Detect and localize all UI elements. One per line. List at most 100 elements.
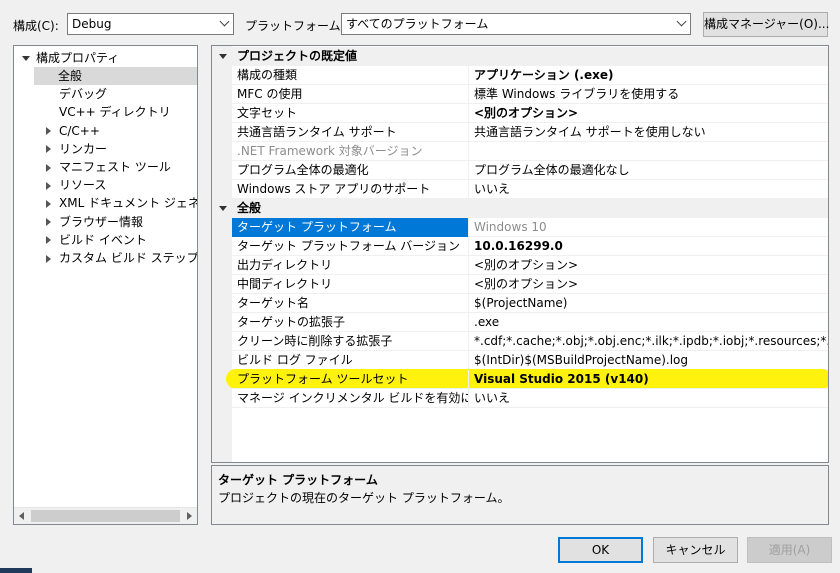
property-tree[interactable]: 構成プロパティ 全般デバッグ VC++ ディレクトリ C/C++ リンカーマニフェスト…	[13, 45, 198, 525]
config-manager-button[interactable]: 構成マネージャー(O)...	[703, 12, 829, 37]
expand-arrow-icon[interactable]	[46, 218, 51, 227]
property-value[interactable]: 10.0.16299.0	[470, 237, 828, 256]
tree-item[interactable]: デバッグ	[46, 85, 107, 103]
collapse-arrow-icon[interactable]	[219, 54, 227, 59]
property-value[interactable]: Visual Studio 2015 (v140)	[470, 370, 828, 389]
tree-root-configuration-properties[interactable]: 構成プロパティ	[22, 49, 119, 67]
property-name[interactable]: ターゲット プラットフォーム バージョン	[232, 237, 469, 256]
property-row[interactable]: .NET Framework 対象バージョン	[232, 142, 828, 161]
property-value[interactable]: Windows 10	[470, 218, 828, 237]
property-row[interactable]: ターゲット名 $(ProjectName)	[232, 294, 828, 313]
property-row[interactable]: プログラム全体の最適化 プログラム全体の最適化なし	[232, 161, 828, 180]
property-value[interactable]: プログラム全体の最適化なし	[470, 161, 828, 180]
expanded-arrow-icon	[22, 56, 30, 61]
ok-button[interactable]: OK	[558, 537, 643, 563]
tree-item[interactable]: C/C++	[46, 122, 100, 140]
config-label: 構成(C):	[13, 19, 59, 33]
tree-item-label: ビルド イベント	[59, 232, 147, 247]
tree-horizontal-scrollbar[interactable]	[14, 507, 197, 524]
property-row[interactable]: 中間ディレクトリ <別のオプション>	[232, 275, 828, 294]
expand-arrow-icon[interactable]	[46, 127, 51, 136]
property-name[interactable]: Windows ストア アプリのサポート	[232, 180, 469, 199]
property-row[interactable]: ターゲットの拡張子 .exe	[232, 313, 828, 332]
config-select[interactable]: Debug	[67, 13, 234, 35]
tree-item-label: カスタム ビルド ステップ	[59, 251, 198, 265]
tree-item-label: C/C++	[59, 123, 100, 138]
expand-arrow-icon[interactable]	[46, 236, 51, 245]
property-value[interactable]: いいえ	[470, 180, 828, 199]
category-general[interactable]: 全般	[212, 199, 828, 218]
property-name[interactable]: 構成の種類	[232, 66, 469, 85]
tree-item-label: マニフェスト ツール	[59, 160, 171, 174]
tree-item[interactable]: マニフェスト ツール	[46, 158, 171, 176]
tree-item[interactable]: ビルド イベント	[46, 231, 147, 249]
property-name[interactable]: ターゲット プラットフォーム	[232, 218, 469, 237]
grid-gutter	[212, 46, 232, 462]
expand-arrow-icon[interactable]	[46, 145, 51, 154]
property-grid[interactable]: プロジェクトの既定値 構成の種類 アプリケーション (.exe) MFC の使用 標準 …	[211, 45, 829, 463]
property-row[interactable]: MFC の使用 標準 Windows ライブラリを使用する	[232, 85, 828, 104]
property-name[interactable]: 共通言語ランタイム サポート	[232, 123, 469, 142]
category-project-defaults[interactable]: プロジェクトの既定値	[212, 47, 828, 66]
property-row[interactable]: マネージ インクリメンタル ビルドを有効にするいいえ	[232, 389, 828, 408]
property-name[interactable]: 文字セット	[232, 104, 469, 123]
property-row[interactable]: ビルド ログ ファイル $(IntDir)$(MSBuildProjectName…	[232, 351, 828, 370]
property-name[interactable]: プラットフォーム ツールセット	[232, 370, 469, 389]
expand-arrow-icon[interactable]	[46, 199, 51, 208]
property-row[interactable]: プラットフォーム ツールセット Visual Studio 2015 (v140)	[232, 370, 828, 389]
expand-arrow-icon[interactable]	[46, 163, 51, 172]
property-name[interactable]: クリーン時に削除する拡張子	[232, 332, 469, 351]
description-text: プロジェクトの現在のターゲット プラットフォーム。	[218, 491, 510, 505]
property-value[interactable]: *.cdf;*.cache;*.obj;*.obj.enc;*.ilk;*.ip…	[470, 332, 828, 351]
property-name[interactable]: .NET Framework 対象バージョン	[232, 142, 469, 161]
tree-item[interactable]: リンカー	[46, 140, 107, 158]
scroll-right-icon[interactable]	[187, 512, 192, 520]
description-title: ターゲット プラットフォーム	[218, 473, 378, 487]
apply-button[interactable]: 適用(A)	[747, 537, 832, 563]
tree-item[interactable]: ブラウザー情報	[46, 213, 143, 231]
property-name[interactable]: ターゲットの拡張子	[232, 313, 469, 332]
tree-item-label: リソース	[59, 178, 107, 193]
property-row[interactable]: 出力ディレクトリ <別のオプション>	[232, 256, 828, 275]
property-value[interactable]: $(ProjectName)	[470, 294, 828, 313]
property-value[interactable]: アプリケーション (.exe)	[470, 66, 828, 85]
property-name[interactable]: マネージ インクリメンタル ビルドを有効にする	[232, 389, 469, 408]
property-value[interactable]	[470, 142, 828, 161]
property-value[interactable]: <別のオプション>	[470, 275, 828, 294]
property-name[interactable]: プログラム全体の最適化	[232, 161, 469, 180]
property-name[interactable]: MFC の使用	[232, 85, 469, 104]
tree-item[interactable]: VC++ ディレクトリ	[46, 103, 171, 121]
property-row[interactable]: ターゲット プラットフォーム Windows 10	[232, 218, 828, 237]
expand-arrow-icon[interactable]	[46, 254, 51, 263]
property-value[interactable]: <別のオプション>	[470, 256, 828, 275]
property-value[interactable]: $(IntDir)$(MSBuildProjectName).log	[470, 351, 828, 370]
tree-item[interactable]: リソース	[46, 176, 106, 194]
property-name[interactable]: ターゲット名	[232, 294, 469, 313]
platform-select[interactable]: すべてのプラットフォーム	[341, 13, 691, 35]
property-row[interactable]: クリーン時に削除する拡張子 *.cdf;*.cache;*.obj;*.obj.e…	[232, 332, 828, 351]
config-select-value: Debug	[72, 17, 112, 31]
property-row[interactable]: 共通言語ランタイム サポート 共通言語ランタイム サポートを使用しない	[232, 123, 828, 142]
collapse-arrow-icon[interactable]	[219, 206, 227, 211]
property-row[interactable]: ターゲット プラットフォーム バージョン 10.0.16299.0	[232, 237, 828, 256]
scroll-left-icon[interactable]	[19, 512, 24, 520]
tree-item[interactable]: カスタム ビルド ステップ	[46, 249, 198, 267]
property-value[interactable]: .exe	[470, 313, 828, 332]
property-name[interactable]: 出力ディレクトリ	[232, 256, 469, 275]
property-value[interactable]: <別のオプション>	[470, 104, 828, 123]
description-pane: ターゲット プラットフォーム プロジェクトの現在のターゲット プラットフォーム。	[211, 465, 829, 525]
scrollbar-thumb[interactable]	[31, 510, 180, 522]
tree-item[interactable]: XML ドキュメント ジェネレーター	[46, 194, 197, 212]
tree-item[interactable]: 全般	[34, 67, 197, 85]
cancel-button[interactable]: キャンセル	[653, 537, 738, 563]
property-row[interactable]: Windows ストア アプリのサポート いいえ	[232, 180, 828, 199]
expand-arrow-icon[interactable]	[46, 181, 51, 190]
property-name[interactable]: ビルド ログ ファイル	[232, 351, 469, 370]
property-row[interactable]: 文字セット <別のオプション>	[232, 104, 828, 123]
property-name[interactable]: 中間ディレクトリ	[232, 275, 469, 294]
tree-item-label: 全般	[58, 69, 83, 83]
property-value[interactable]: 共通言語ランタイム サポートを使用しない	[470, 123, 828, 142]
property-value[interactable]: いいえ	[470, 389, 828, 408]
property-value[interactable]: 標準 Windows ライブラリを使用する	[470, 85, 828, 104]
property-row[interactable]: 構成の種類 アプリケーション (.exe)	[232, 66, 828, 85]
